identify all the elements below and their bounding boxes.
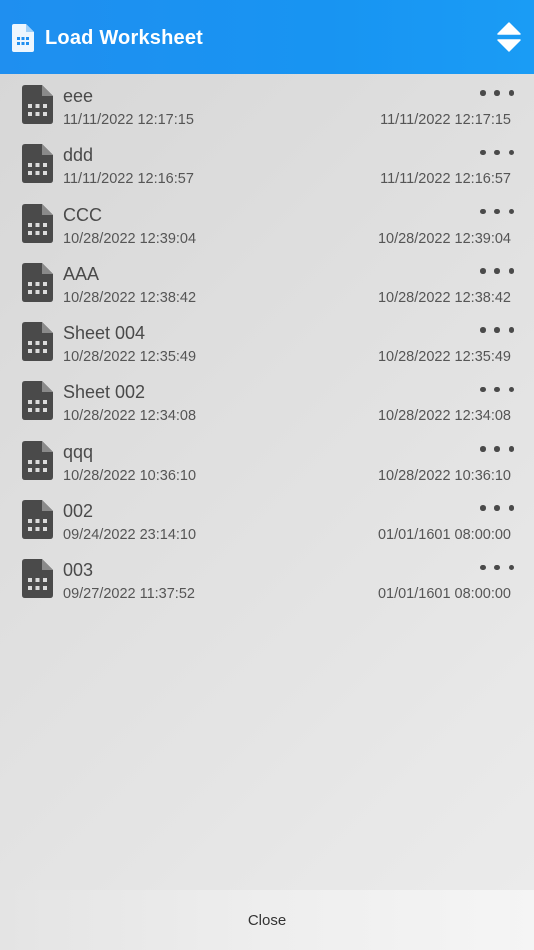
worksheet-name: Sheet 002 bbox=[63, 382, 146, 403]
worksheet-modified-date: 10/28/2022 10:36:10 bbox=[377, 467, 511, 484]
worksheet-modified-date: 10/28/2022 12:35:49 bbox=[377, 349, 511, 366]
worksheet-name: AAA bbox=[63, 263, 100, 284]
more-dots-icon bbox=[480, 208, 486, 215]
sort-up-down-icon bbox=[497, 22, 521, 52]
spreadsheet-file-icon bbox=[22, 559, 53, 599]
more-dots-icon bbox=[508, 386, 514, 393]
close-button[interactable]: Close bbox=[228, 904, 306, 937]
more-dots-icon bbox=[508, 327, 514, 333]
app-header: Load Worksheet bbox=[0, 0, 534, 74]
worksheet-modified-date: 10/28/2022 12:38:42 bbox=[377, 289, 511, 306]
more-options-button[interactable] bbox=[480, 501, 514, 515]
more-dots-icon bbox=[508, 149, 514, 156]
more-dots-icon bbox=[508, 90, 514, 96]
worksheet-created-date: 10/28/2022 12:38:42 bbox=[63, 289, 197, 306]
spreadsheet-file-icon bbox=[22, 440, 53, 480]
worksheet-modified-date: 10/28/2022 12:34:08 bbox=[377, 408, 511, 425]
worksheet-created-date: 11/11/2022 12:16:57 bbox=[63, 171, 194, 188]
more-dots-icon bbox=[494, 386, 500, 393]
more-options-button[interactable] bbox=[480, 86, 514, 100]
spreadsheet-file-icon bbox=[22, 322, 53, 362]
worksheet-modified-date: 01/01/1601 08:00:00 bbox=[377, 527, 511, 544]
more-dots-icon bbox=[480, 564, 486, 571]
worksheet-created-date: 09/24/2022 23:14:10 bbox=[63, 527, 197, 544]
page-title: Load Worksheet bbox=[45, 27, 204, 49]
more-dots-icon bbox=[494, 327, 500, 333]
worksheet-list-item[interactable]: ddd 11/11/2022 12:16:57 11/11/2022 12:16… bbox=[0, 133, 534, 192]
more-dots-icon bbox=[508, 446, 514, 452]
more-dots-icon bbox=[480, 149, 486, 156]
worksheet-list-item[interactable]: Sheet 002 10/28/2022 12:34:08 10/28/2022… bbox=[0, 370, 534, 429]
worksheet-list-item[interactable]: 002 09/24/2022 23:14:10 01/01/1601 08:00… bbox=[0, 489, 534, 548]
worksheet-name: CCC bbox=[63, 204, 102, 225]
more-dots-icon bbox=[480, 505, 486, 511]
worksheet-list-item[interactable]: eee 11/11/2022 12:17:15 11/11/2022 12:17… bbox=[0, 74, 534, 133]
more-dots-icon bbox=[494, 268, 500, 274]
worksheet-name: qqq bbox=[63, 441, 94, 462]
spreadsheet-file-icon bbox=[22, 85, 53, 124]
more-dots-icon bbox=[480, 446, 486, 452]
more-dots-icon bbox=[508, 268, 514, 274]
spreadsheet-file-icon bbox=[22, 262, 53, 302]
more-dots-icon bbox=[494, 90, 500, 96]
worksheet-name: 003 bbox=[63, 560, 94, 581]
more-options-button[interactable] bbox=[480, 323, 514, 337]
spreadsheet-file-icon bbox=[22, 381, 53, 421]
worksheet-created-date: 11/11/2022 12:17:15 bbox=[63, 112, 194, 128]
worksheet-list-item[interactable]: AAA 10/28/2022 12:38:42 10/28/2022 12:38… bbox=[0, 252, 534, 311]
more-options-button[interactable] bbox=[480, 442, 514, 456]
more-options-button[interactable] bbox=[480, 145, 514, 159]
more-options-button[interactable] bbox=[480, 205, 514, 219]
worksheet-list-item[interactable]: CCC 10/28/2022 12:39:04 10/28/2022 12:39… bbox=[0, 193, 534, 252]
worksheet-created-date: 09/27/2022 11:37:52 bbox=[63, 586, 195, 603]
worksheet-name: 002 bbox=[63, 501, 94, 522]
more-dots-icon bbox=[494, 149, 500, 156]
more-dots-icon bbox=[480, 268, 486, 274]
more-options-button[interactable] bbox=[480, 560, 514, 574]
spreadsheet-file-icon bbox=[22, 203, 53, 243]
worksheet-name: Sheet 004 bbox=[63, 323, 146, 344]
worksheet-modified-date: 11/11/2022 12:16:57 bbox=[380, 171, 511, 188]
more-dots-icon bbox=[494, 564, 500, 571]
worksheet-modified-date: 10/28/2022 12:39:04 bbox=[377, 230, 511, 247]
worksheet-created-date: 10/28/2022 12:34:08 bbox=[63, 408, 197, 425]
spreadsheet-file-icon bbox=[22, 500, 53, 540]
more-options-button[interactable] bbox=[480, 382, 514, 396]
worksheet-created-date: 10/28/2022 10:36:10 bbox=[63, 467, 197, 484]
spreadsheet-file-icon bbox=[12, 24, 34, 52]
more-dots-icon bbox=[508, 564, 514, 571]
worksheet-name: ddd bbox=[63, 145, 94, 166]
worksheet-list-item[interactable]: Sheet 004 10/28/2022 12:35:49 10/28/2022… bbox=[0, 311, 534, 370]
footer-bar: Close bbox=[0, 890, 534, 950]
worksheet-modified-date: 01/01/1601 08:00:00 bbox=[377, 586, 511, 603]
worksheet-list-item[interactable]: qqq 10/28/2022 10:36:10 10/28/2022 10:36… bbox=[0, 430, 534, 489]
sort-button[interactable] bbox=[495, 21, 523, 53]
more-dots-icon bbox=[480, 327, 486, 333]
worksheet-list: eee 11/11/2022 12:17:15 11/11/2022 12:17… bbox=[0, 74, 534, 608]
worksheet-list-item[interactable]: 003 09/27/2022 11:37:52 01/01/1601 08:00… bbox=[0, 548, 534, 607]
more-options-button[interactable] bbox=[480, 264, 514, 278]
worksheet-modified-date: 11/11/2022 12:17:15 bbox=[380, 112, 511, 128]
more-dots-icon bbox=[480, 90, 486, 96]
more-dots-icon bbox=[494, 446, 500, 452]
worksheet-name: eee bbox=[63, 86, 94, 106]
more-dots-icon bbox=[494, 505, 500, 511]
more-dots-icon bbox=[480, 386, 486, 393]
more-dots-icon bbox=[508, 505, 514, 511]
more-dots-icon bbox=[494, 208, 500, 215]
worksheet-created-date: 10/28/2022 12:39:04 bbox=[63, 230, 197, 247]
spreadsheet-file-icon bbox=[22, 144, 53, 184]
worksheet-created-date: 10/28/2022 12:35:49 bbox=[63, 349, 197, 366]
more-dots-icon bbox=[508, 208, 514, 215]
